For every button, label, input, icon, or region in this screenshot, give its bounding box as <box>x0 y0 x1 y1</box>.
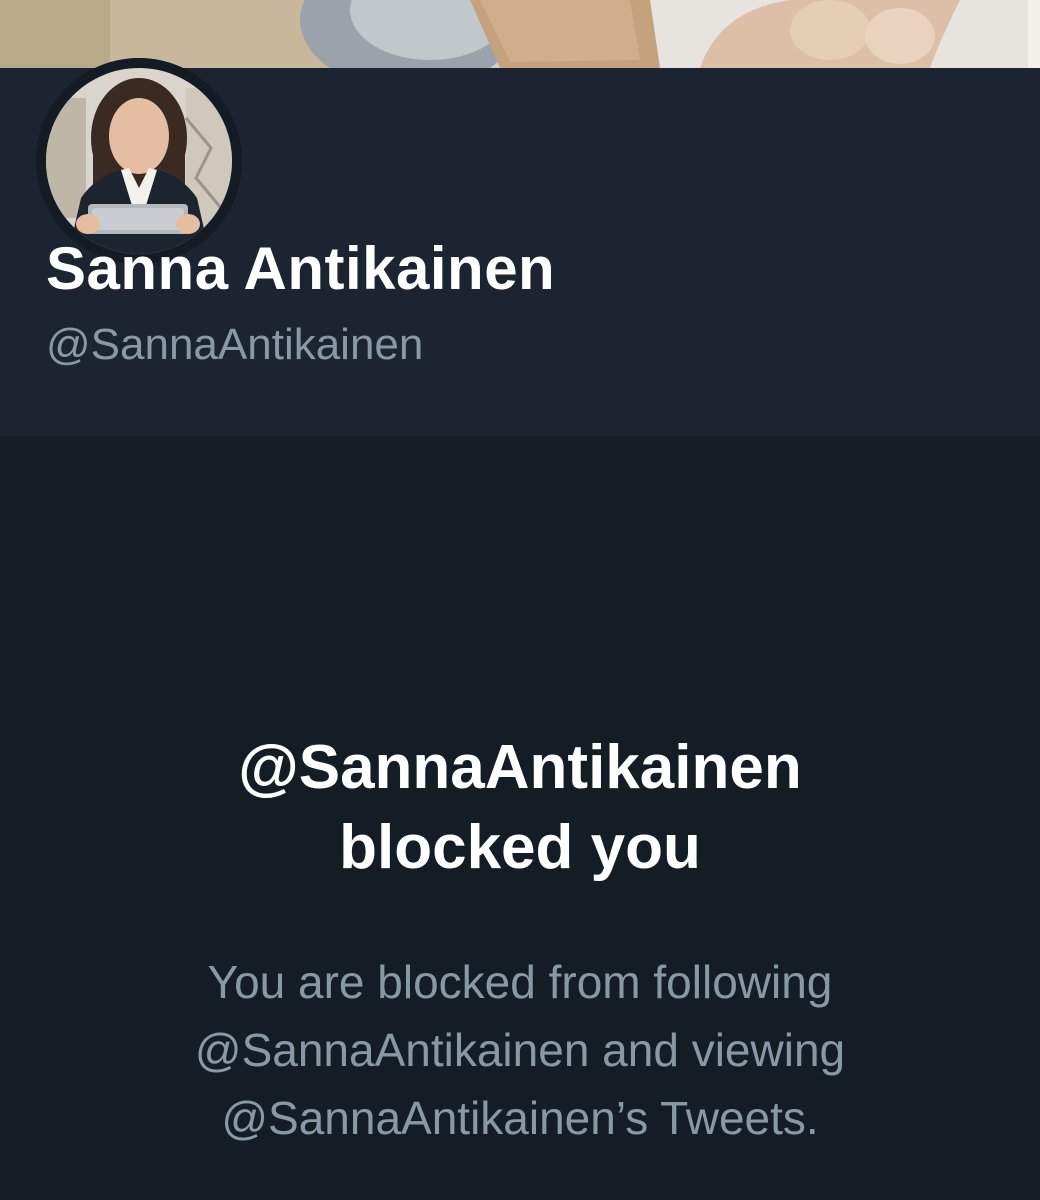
profile-display-name: Sanna Antikainen <box>46 235 556 302</box>
profile-page: Sanna Antikainen @SannaAntikainen @Sanna… <box>0 0 1040 1200</box>
blocked-description-line: @SannaAntikainen and viewing <box>194 1024 846 1076</box>
blocked-description-line: @SannaAntikainen’s Tweets. <box>221 1092 819 1144</box>
blocked-notice: @SannaAntikainen blocked you You are blo… <box>0 436 1040 1200</box>
blocked-title: @SannaAntikainen blocked you <box>0 728 1040 888</box>
blocked-description: You are blocked from following @SannaAnt… <box>0 948 1040 1152</box>
blocked-description-line: You are blocked from following <box>207 956 833 1008</box>
profile-handle: @SannaAntikainen <box>46 320 424 369</box>
profile-banner-image[interactable] <box>0 0 1040 68</box>
profile-header: Sanna Antikainen @SannaAntikainen <box>0 58 1040 436</box>
blocked-title-line: blocked you <box>339 813 701 882</box>
blocked-title-line: @SannaAntikainen <box>238 733 802 802</box>
